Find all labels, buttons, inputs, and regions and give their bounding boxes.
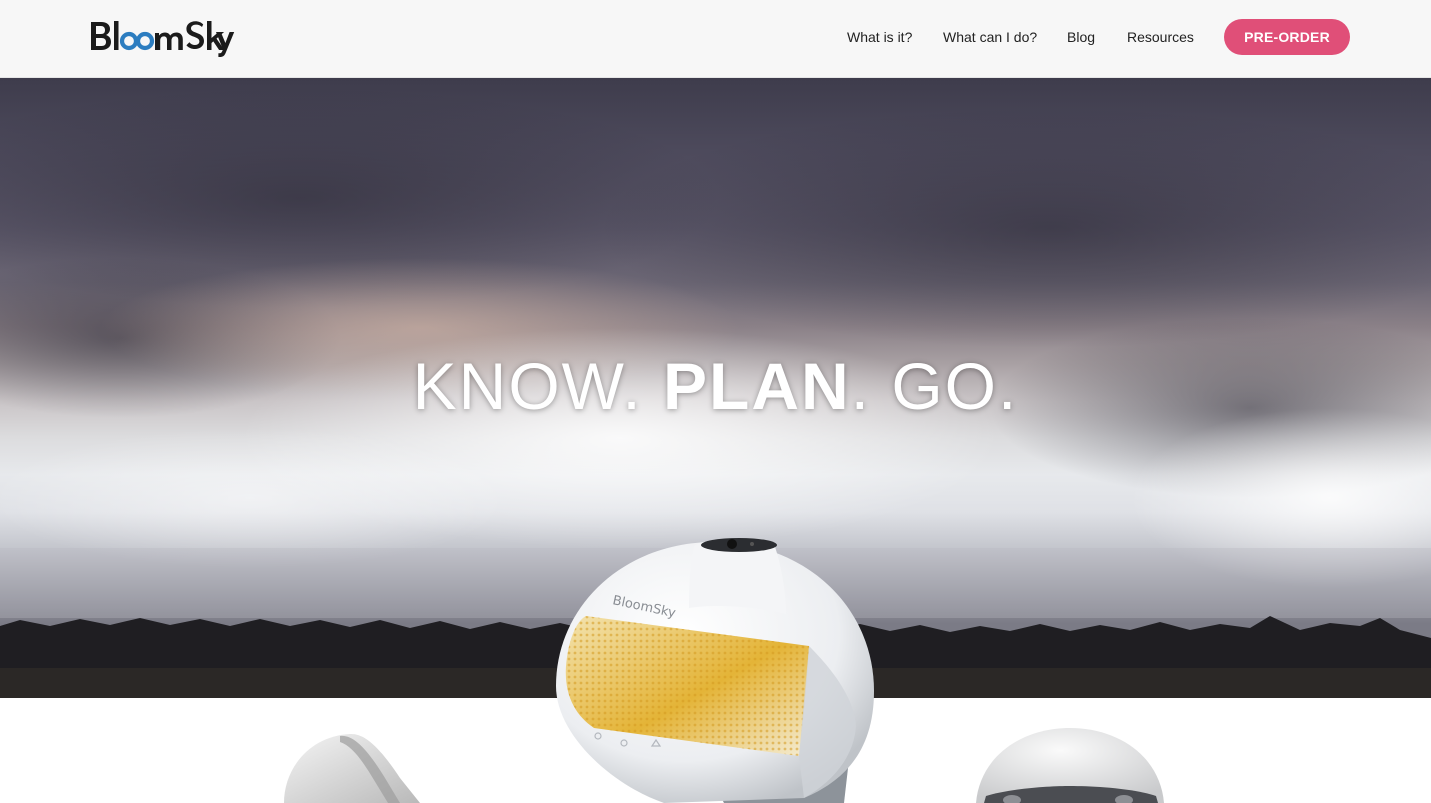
bloomsky-device-image: BloomSky xyxy=(556,538,874,803)
nav-what-is-it[interactable]: What is it? xyxy=(847,28,912,46)
pre-order-button[interactable]: PRE-ORDER xyxy=(1224,19,1350,55)
nav-blog[interactable]: Blog xyxy=(1067,28,1095,46)
product-image-left xyxy=(284,733,420,803)
nav-resources[interactable]: Resources xyxy=(1127,28,1194,46)
tagline-go: . GO. xyxy=(850,349,1019,423)
tagline-plan: PLAN xyxy=(663,349,851,423)
hero-tagline: KNOW. PLAN. GO. xyxy=(0,348,1431,424)
logo-wordmark xyxy=(91,21,235,57)
product-image-right xyxy=(976,728,1164,803)
bloomsky-logo[interactable] xyxy=(89,16,235,60)
nav-what-can-i-do[interactable]: What can I do? xyxy=(943,28,1037,46)
tagline-know: KNOW. xyxy=(412,349,663,423)
site-header: What is it? What can I do? Blog Resource… xyxy=(0,0,1431,78)
